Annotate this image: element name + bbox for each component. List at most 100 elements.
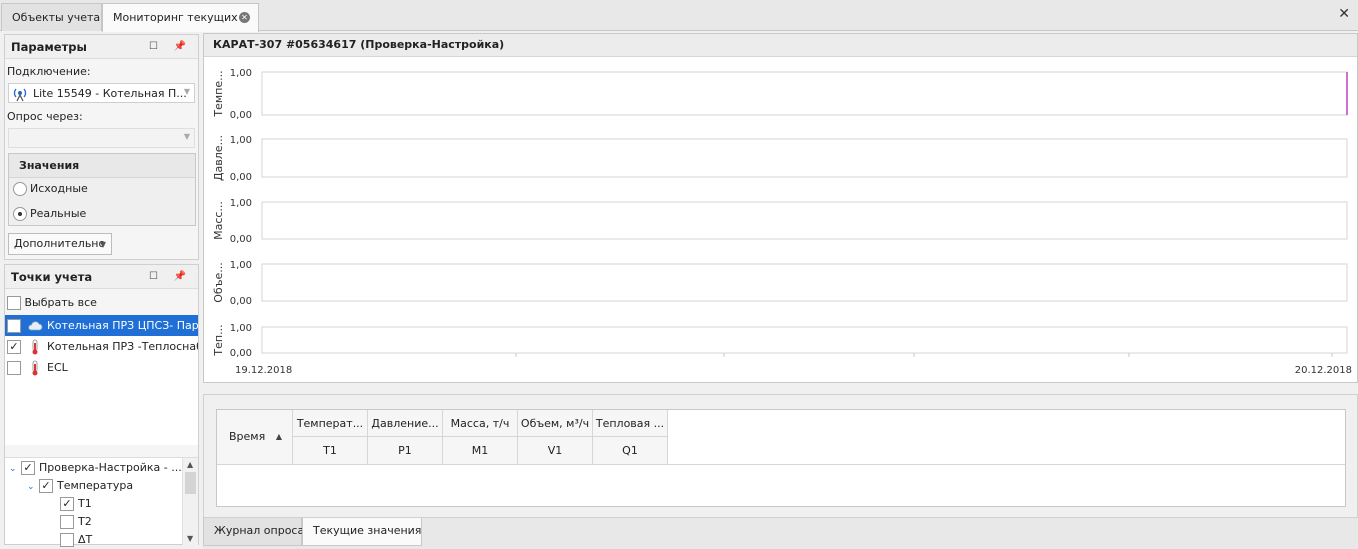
x-tick-label: 20.12.2018: [1295, 365, 1352, 376]
values-grid: Время ▲ Температ... T1 Давление... P1 Ма…: [216, 409, 1346, 507]
tree-node[interactable]: ⌄ ✓ Проверка-Настройка - ...: [9, 459, 182, 477]
poll-via-select[interactable]: ▼: [8, 128, 195, 148]
y-tick-label: 1,00: [230, 323, 252, 334]
column-header[interactable]: Температ... T1: [293, 410, 368, 464]
column-subheader: P1: [398, 444, 412, 457]
tree-checkbox[interactable]: ✓: [39, 479, 53, 493]
point-checkbox[interactable]: [7, 319, 21, 333]
y-tick-label: 0,00: [230, 110, 252, 121]
points-panel-title: Точки учета: [11, 270, 93, 284]
y-tick-label: 0,00: [230, 172, 252, 183]
tree-label: Температура: [57, 479, 134, 492]
y-tick-label: 1,00: [230, 260, 252, 271]
y-tick-label: 0,00: [230, 348, 252, 359]
tree-label: T1: [78, 497, 92, 510]
thermometer-icon: [32, 360, 37, 376]
tree-node[interactable]: ✓ T1: [60, 495, 92, 513]
y-axis-label: Темпе...: [212, 70, 225, 117]
values-group: Значения Исходные Реальные: [8, 153, 196, 226]
points-panel: Точки учета ☐ 📌 Выбрать все Котельная ПР…: [4, 264, 199, 547]
chevron-down-icon[interactable]: ⌄: [9, 460, 21, 478]
tab-monitoring-label: Мониторинг текущих: [113, 11, 238, 24]
connection-label: Подключение:: [7, 65, 91, 78]
point-checkbox[interactable]: ✓: [7, 340, 21, 354]
grid-header-divider: [217, 464, 1345, 465]
radio-real-label: Реальные: [30, 207, 87, 220]
connection-value: Lite 15549 - Котельная П...: [33, 87, 187, 100]
tree-checkbox[interactable]: [60, 533, 74, 547]
select-all-box[interactable]: [7, 296, 21, 310]
radio-real-button[interactable]: [13, 207, 27, 221]
chevron-down-icon: ▼: [183, 87, 190, 96]
scroll-down-icon[interactable]: ▼: [187, 534, 193, 543]
select-all-checkbox[interactable]: Выбрать все: [7, 295, 97, 311]
column-header[interactable]: Масса, т/ч M1: [443, 410, 518, 464]
column-header[interactable]: Давление... P1: [368, 410, 443, 464]
tab-poll-log[interactable]: Журнал опроса: [203, 518, 304, 546]
document-tab-strip: Объекты учета Мониторинг текущих ✕ ✕: [0, 0, 1358, 32]
more-button[interactable]: Дополнительно ▼: [8, 233, 112, 255]
tab-objects[interactable]: Объекты учета: [1, 3, 102, 31]
tree-checkbox[interactable]: [60, 515, 74, 529]
tree-node[interactable]: ΔT: [60, 531, 92, 549]
radio-real[interactable]: Реальные: [13, 206, 86, 222]
tree-checkbox[interactable]: ✓: [60, 497, 74, 511]
tree-label: Проверка-Настройка - ...: [39, 461, 182, 474]
tree-scrollbar[interactable]: ▲ ▼: [182, 458, 198, 545]
scrollbar-thumb[interactable]: [185, 472, 196, 494]
chevron-down-icon: ▼: [99, 240, 106, 249]
column-subheader: Q1: [622, 444, 638, 457]
y-tick-label: 0,00: [230, 234, 252, 245]
column-header-label: Масса, т/ч: [443, 410, 517, 437]
tree-label: T2: [78, 515, 92, 528]
list-item[interactable]: Котельная ПРЗ ЦПСЗ- Пар: [5, 315, 198, 336]
x-tick-label: 19.12.2018: [235, 365, 292, 376]
connection-select[interactable]: Lite 15549 - Котельная П... ▼: [8, 83, 195, 103]
radio-source[interactable]: Исходные: [13, 181, 88, 197]
antenna-icon: [13, 88, 27, 102]
tab-monitoring[interactable]: Мониторинг текущих ✕: [102, 3, 259, 32]
scroll-up-icon[interactable]: ▲: [187, 460, 193, 469]
column-header[interactable]: Тепловая ... Q1: [593, 410, 668, 464]
tree-node[interactable]: T2: [60, 513, 92, 531]
tree-node[interactable]: ⌄ ✓ Температура: [27, 477, 133, 495]
chart-panel-frame: [261, 138, 1348, 178]
chart-panel-frame: [261, 71, 1348, 116]
radio-source-button[interactable]: [13, 182, 27, 196]
monitoring-chart[interactable]: 1,00 0,00 Темпе... 1,00 0,00 Давле... 1,00 0,00…: [204, 57, 1357, 382]
close-tab-icon[interactable]: ✕: [239, 12, 250, 23]
list-item[interactable]: ✓ Котельная ПРЗ -Теплоснабжение: [5, 336, 198, 357]
bottom-tab-strip: Журнал опроса Текущие значения: [203, 518, 1358, 549]
column-header-time-label: Время: [229, 430, 266, 443]
tab-current-values[interactable]: Текущие значения: [302, 518, 422, 546]
sort-ascending-icon: ▲: [275, 432, 282, 441]
y-axis-label: Давле...: [212, 135, 225, 181]
tree-label: ΔT: [78, 533, 93, 546]
column-subheader: M1: [471, 444, 489, 457]
chart-panel: КАРАТ-307 #05634617 (Проверка-Настройка)…: [203, 33, 1358, 383]
maximize-icon[interactable]: ☐: [149, 265, 158, 289]
y-axis-label: Масс...: [212, 201, 225, 240]
pin-icon[interactable]: 📌: [174, 265, 186, 289]
radio-source-label: Исходные: [30, 182, 88, 195]
list-item[interactable]: ECL: [5, 357, 198, 378]
column-header-label: Тепловая ...: [593, 410, 667, 437]
tree-checkbox[interactable]: ✓: [21, 461, 35, 475]
column-header[interactable]: Объем, м³/ч V1: [518, 410, 593, 464]
close-icon[interactable]: ✕: [1338, 6, 1350, 22]
cloud-icon: [27, 321, 42, 331]
pin-icon[interactable]: 📌: [174, 35, 186, 59]
y-axis-label: Теп...: [212, 324, 225, 356]
column-header-time[interactable]: Время ▲: [217, 410, 293, 464]
chart-panel-frame: [261, 201, 1348, 240]
chart-panel-frame: [261, 263, 1348, 302]
maximize-icon[interactable]: ☐: [149, 35, 158, 59]
y-axis-label: Объе...: [212, 262, 225, 302]
chart-panel-frame: [261, 326, 1348, 354]
column-subheader: V1: [547, 444, 563, 457]
chevron-down-icon[interactable]: ⌄: [27, 478, 39, 496]
y-tick-label: 1,00: [230, 135, 252, 146]
point-label: Котельная ПРЗ ЦПСЗ- Пар: [47, 319, 198, 332]
params-panel-header: Параметры ☐ 📌: [5, 35, 198, 59]
point-checkbox[interactable]: [7, 361, 21, 375]
